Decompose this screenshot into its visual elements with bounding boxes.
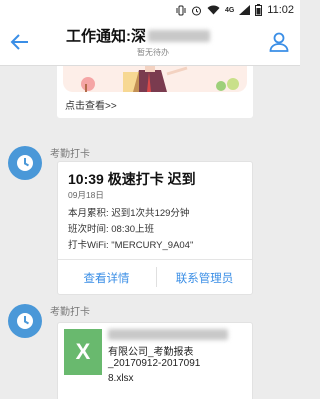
excel-file-icon: X xyxy=(64,329,102,375)
view-details-button[interactable]: 查看详情 xyxy=(58,270,155,286)
file-name-line: 8.xlsx xyxy=(108,373,134,384)
wifi-icon xyxy=(207,5,220,15)
back-arrow-icon xyxy=(10,34,28,50)
sender-name: 考勤打卡 xyxy=(50,149,90,160)
clock-icon xyxy=(17,155,33,171)
file-name-line: _20170912-2017091 xyxy=(108,358,201,369)
contact-admin-button[interactable]: 联系管理员 xyxy=(156,270,253,286)
clock-icon xyxy=(17,313,33,329)
back-button[interactable] xyxy=(8,30,32,54)
card-line-wifi: 打卡WiFi: "MERCURY_9A04" xyxy=(68,240,194,251)
file-card[interactable]: X 有限公司_考勤报表 _20170912-2017091 8.xlsx xyxy=(57,322,253,399)
status-time: 11:02 xyxy=(267,4,294,16)
network-type-label: 4G xyxy=(225,7,234,14)
cellular-signal-icon xyxy=(239,5,251,15)
page-title: 工作通知:深 xyxy=(66,25,236,46)
alarm-icon xyxy=(191,5,202,16)
attendance-card[interactable]: 10:39 极速打卡 迟到 09月18日 本月累积: 迟到1次共129分钟 班次… xyxy=(57,161,253,295)
card-line-shift: 班次时间: 08:30上班 xyxy=(68,224,155,235)
sender-name: 考勤打卡 xyxy=(50,307,90,318)
contact-button[interactable] xyxy=(267,30,291,54)
file-name-line: 有限公司_考勤报表 xyxy=(108,347,194,358)
view-more-link[interactable]: 点击查看>> xyxy=(65,97,117,112)
card-date: 09月18日 xyxy=(68,190,104,200)
sender-avatar[interactable] xyxy=(8,304,42,338)
previous-message-card[interactable]: 点击查看>> xyxy=(57,66,253,118)
promo-illustration xyxy=(63,66,247,92)
nav-bar: 工作通知:深 暂无待办 xyxy=(0,20,300,66)
card-line-monthly: 本月累积: 迟到1次共129分钟 xyxy=(68,208,190,219)
status-bar: 4G 11:02 xyxy=(0,0,300,20)
redacted-file-name-part xyxy=(108,329,228,340)
network-type-text: 4G xyxy=(224,6,235,14)
battery-icon xyxy=(255,4,263,16)
page-subtitle: 暂无待办 xyxy=(137,48,169,57)
nav-title-area: 工作通知:深 暂无待办 xyxy=(66,25,236,58)
redacted-title-part xyxy=(148,29,210,42)
page-title-text: 工作通知:深 xyxy=(66,28,146,45)
sender-avatar[interactable] xyxy=(8,146,42,180)
excel-icon-letter: X xyxy=(75,339,91,364)
contact-icon xyxy=(269,32,289,52)
card-title: 10:39 极速打卡 迟到 xyxy=(68,171,196,187)
vibrate-icon xyxy=(176,5,186,16)
card-divider xyxy=(58,259,252,260)
